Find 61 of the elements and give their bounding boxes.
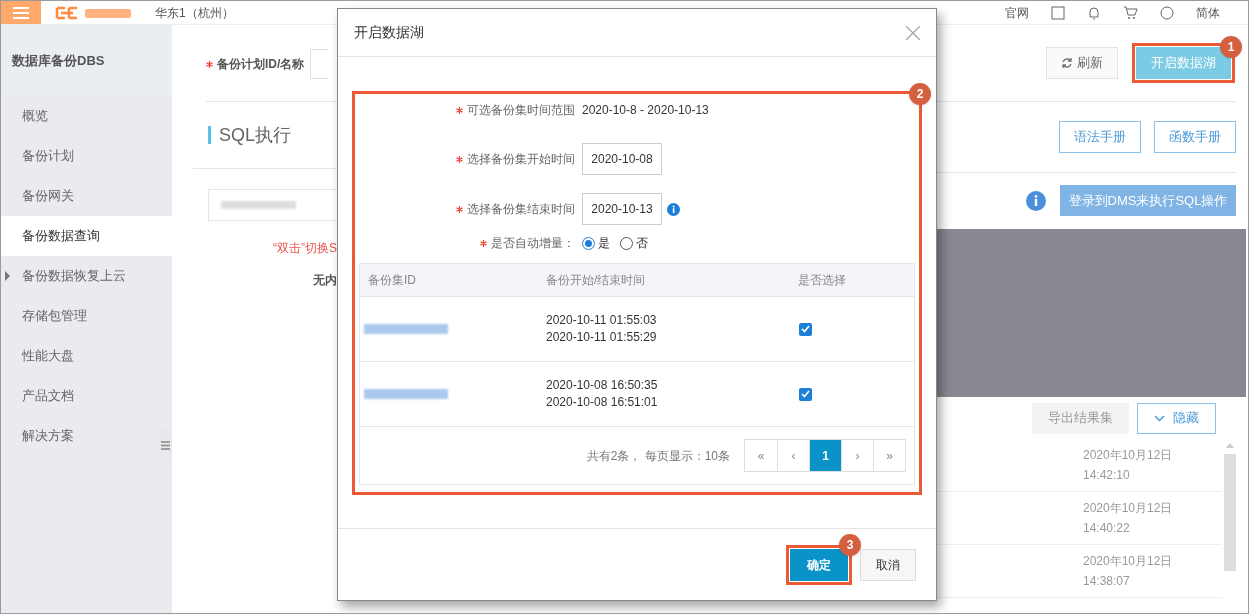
chevron-down-icon: [1154, 414, 1165, 422]
date-input[interactable]: 2020-10-08: [582, 143, 662, 175]
backup-end-time: 2020-10-08 16:51:01: [546, 394, 659, 411]
result-time: 14:40:22: [1083, 520, 1131, 537]
bell-icon[interactable]: [1087, 5, 1101, 20]
backup-start-time: 2020-10-11 01:55:03: [546, 312, 658, 329]
empty-text: 无内: [313, 272, 337, 289]
backup-end-time: 2020-10-11 01:55:29: [546, 329, 658, 346]
date-input[interactable]: 2020-10-13: [582, 193, 662, 225]
region-selector[interactable]: 华东1（杭州）: [155, 3, 234, 22]
page-button[interactable]: 1: [809, 440, 841, 471]
hint-text: “双击”切换S: [273, 240, 337, 257]
info-icon: [1026, 190, 1046, 211]
sidebar-item[interactable]: 备份数据查询: [1, 216, 172, 256]
refresh-icon: [1061, 57, 1073, 69]
field-label: 选择备份集开始时间: [467, 151, 575, 168]
menu-icon: [13, 6, 29, 19]
menu-icon: [160, 440, 170, 450]
section-title: SQL执行: [219, 123, 292, 147]
search-input[interactable]: [208, 189, 337, 221]
callout-number-badge: 1: [1220, 36, 1242, 58]
callout-number-badge: 2: [909, 83, 931, 105]
result-date: 2020年10月12日: [1083, 447, 1174, 464]
column-header: 是否选择: [797, 272, 846, 289]
column-header: 备份开始/结束时间: [545, 272, 647, 289]
field-label: 备份计划ID/名称: [217, 56, 305, 73]
section-accent-bar: [208, 126, 211, 144]
nav-link[interactable]: 官网: [1005, 3, 1029, 22]
nav-link[interactable]: 简体: [1196, 3, 1220, 22]
row-checkbox[interactable]: [799, 322, 812, 336]
callout-number-badge: 3: [839, 533, 861, 556]
field-label: 可选备份集时间范围: [467, 102, 575, 119]
manual-button[interactable]: 语法手册: [1059, 121, 1141, 153]
cart-icon[interactable]: [1123, 5, 1138, 20]
result-date: 2020年10月12日: [1083, 553, 1174, 570]
sidebar-title: 数据库备份DBS: [12, 51, 105, 70]
result-time: 14:42:10: [1083, 467, 1131, 484]
result-time: 14:38:07: [1083, 573, 1131, 590]
plan-id-input[interactable]: [310, 49, 329, 79]
field-value: 2020-10-8 - 2020-10-13: [582, 102, 709, 119]
field-label: 选择备份集结束时间: [467, 201, 575, 218]
expand-caret-icon: [5, 271, 10, 281]
column-header: 备份集ID: [367, 272, 417, 289]
hide-button[interactable]: 隐藏: [1137, 402, 1216, 434]
close-icon[interactable]: [906, 25, 920, 40]
refresh-button[interactable]: 刷新: [1046, 47, 1118, 79]
row-checkbox[interactable]: [799, 387, 812, 401]
backup-start-time: 2020-10-08 16:50:35: [546, 377, 659, 394]
field-label: 是否自动增量：: [491, 235, 575, 252]
menu-button[interactable]: [1, 1, 41, 24]
checkmark-icon: [801, 325, 810, 333]
dialog-title: 开启数据湖: [354, 23, 424, 42]
radio-option[interactable]: 否: [620, 234, 648, 252]
checkmark-icon: [801, 390, 810, 398]
confirm-button[interactable]: 确定: [790, 548, 848, 581]
result-date: 2020年10月12日: [1083, 500, 1174, 517]
scroll-up-icon[interactable]: [1226, 443, 1234, 448]
manual-button[interactable]: 函数手册: [1154, 121, 1236, 153]
radio-option[interactable]: 是: [582, 234, 610, 252]
cancel-button[interactable]: 取消: [860, 548, 916, 581]
pagination-summary: 共有2条， 每页显示：10条: [586, 447, 730, 465]
